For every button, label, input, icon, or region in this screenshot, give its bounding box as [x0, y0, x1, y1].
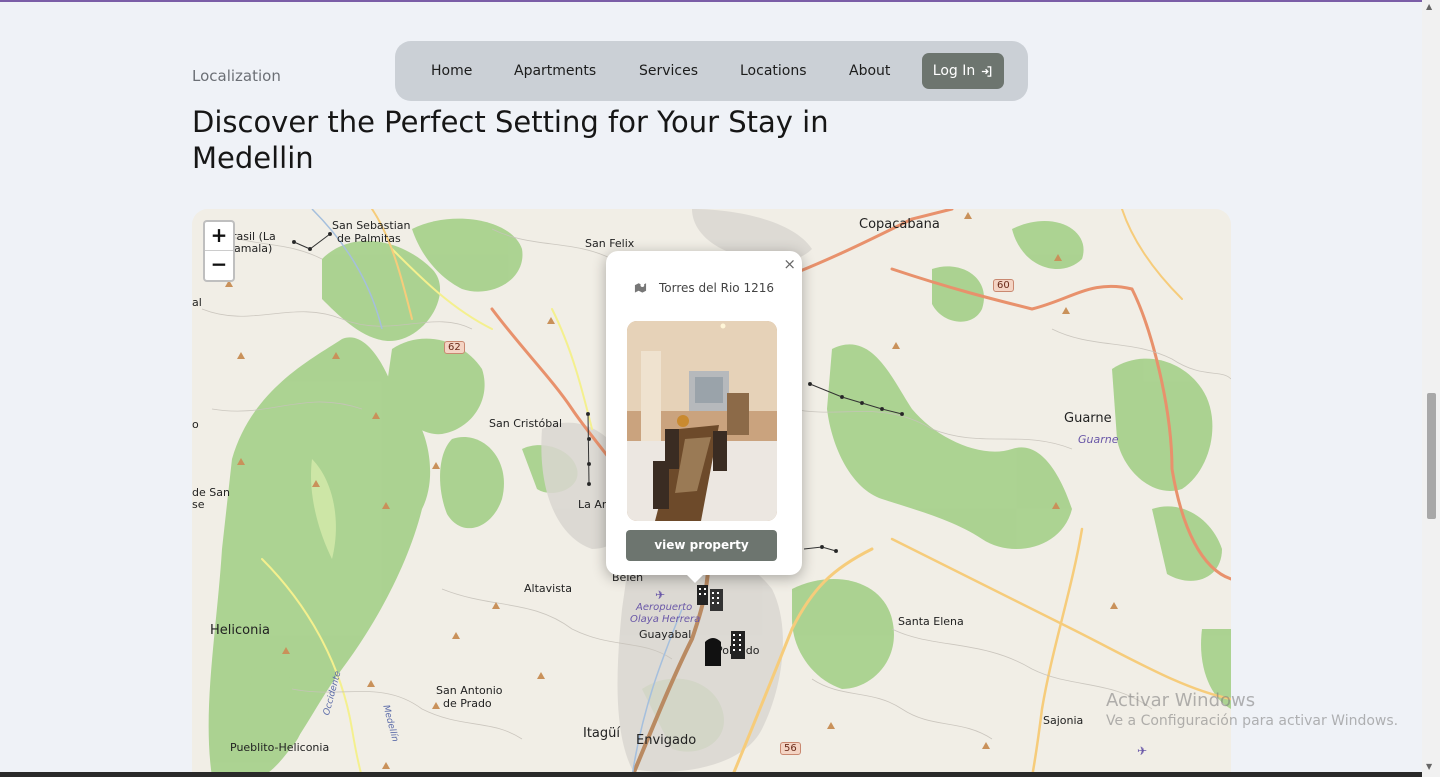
property-photo: [627, 321, 777, 521]
zoom-in-button[interactable]: +: [205, 222, 233, 251]
map-location-icon: [634, 283, 647, 293]
map-label-sajonia: Sajonia: [1043, 714, 1084, 727]
nav-item-locations[interactable]: Locations: [740, 41, 807, 101]
building-marker-icon[interactable]: [703, 634, 723, 666]
map-label-guarne-ital: Guarne: [1078, 433, 1119, 446]
watermark-line-2: Ve a Configuración para activar Windows.: [1106, 713, 1399, 729]
map-label-de-palmitas: de Palmitas: [337, 232, 401, 245]
map-label-se: se: [192, 498, 205, 511]
taskbar-edge: [0, 772, 1422, 777]
route-shield-56: 56: [780, 742, 801, 755]
map-label-san-antonio: San Antonio: [436, 684, 503, 697]
map-label-guarne: Guarne: [1064, 411, 1112, 426]
watermark-line-1: Activar Windows: [1106, 690, 1256, 711]
nav-item-apartments[interactable]: Apartments: [514, 41, 596, 101]
map-label-san-cristobal: San Cristóbal: [489, 417, 563, 430]
nav-item-about[interactable]: About: [849, 41, 890, 101]
svg-text:✈: ✈: [655, 588, 665, 602]
page-scrollbar[interactable]: ▲ ▼: [1422, 0, 1440, 777]
zoom-out-button[interactable]: −: [205, 251, 233, 280]
map-label-envigado: Envigado: [636, 733, 697, 748]
scroll-down-arrow-icon[interactable]: ▼: [1426, 762, 1432, 771]
map-label-guayabal: Guayabal: [639, 628, 692, 641]
map-label-itagui: Itagüí: [583, 726, 621, 741]
property-popup: × Torres del Rio 1216 view property: [606, 251, 802, 575]
login-arrow-icon: [982, 65, 992, 77]
map-label-de-prado: de Prado: [443, 697, 492, 710]
nav-item-services[interactable]: Services: [639, 41, 698, 101]
section-label: Localization: [192, 67, 281, 85]
svg-text:✈: ✈: [1137, 744, 1147, 758]
route-shield-62: 62: [444, 341, 465, 354]
login-label: Log In: [932, 63, 976, 79]
main-navigation: Home Apartments Services Locations About…: [395, 41, 1028, 101]
scroll-up-arrow-icon[interactable]: ▲: [1426, 2, 1432, 11]
map-label-o: o: [192, 418, 199, 431]
map-label-la-america: La An: [578, 498, 609, 511]
map-label-copacabana: Copacabana: [859, 217, 940, 232]
scroll-thumb[interactable]: [1427, 393, 1436, 519]
zoom-control: + −: [203, 220, 235, 282]
view-property-button[interactable]: view property: [626, 530, 777, 561]
map-label-brasil-2: amala): [234, 242, 273, 255]
map-label-aeropuerto: Aeropuerto: [636, 602, 693, 613]
popup-close-button[interactable]: ×: [783, 255, 796, 273]
popup-title: Torres del Rio 1216: [659, 281, 774, 295]
building-marker-icon[interactable]: [695, 581, 727, 611]
top-accent-line: [0, 0, 1422, 2]
map-label-altavista: Altavista: [524, 582, 572, 595]
popup-title-row: Torres del Rio 1216: [606, 281, 802, 295]
building-marker-icon[interactable]: [728, 629, 748, 661]
login-button[interactable]: Log In: [922, 53, 1004, 89]
map-label-san-sebastian: San Sebastian: [332, 219, 411, 232]
map-label-al: al: [192, 296, 202, 309]
route-shield-60: 60: [993, 279, 1014, 292]
map-label-olaya: Olaya Herrera: [630, 614, 701, 625]
map[interactable]: ✈ ✈ Copacabana San Sebastian de Palmitas…: [192, 209, 1231, 777]
nav-item-home[interactable]: Home: [431, 41, 472, 101]
map-label-santa-elena: Santa Elena: [898, 615, 964, 628]
popup-tip: [685, 573, 705, 583]
map-label-heliconia: Heliconia: [210, 623, 270, 638]
map-label-pueblito-heliconia: Pueblito-Heliconia: [230, 741, 330, 754]
windows-activation-watermark: Activar Windows Ve a Configuración para …: [1106, 690, 1398, 729]
map-label-san-felix: San Felix: [585, 237, 635, 250]
section-heading: Discover the Perfect Setting for Your St…: [192, 105, 829, 175]
